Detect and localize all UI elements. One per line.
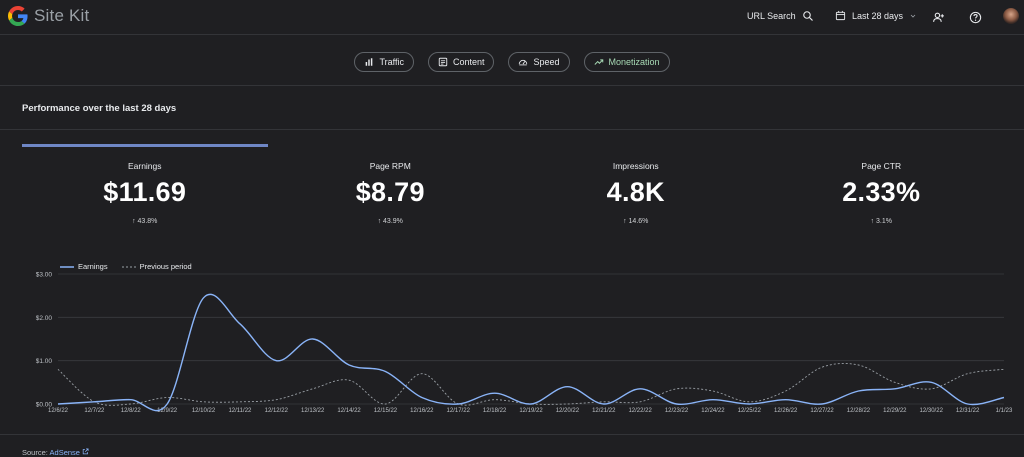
- tabs-divider: [0, 85, 1024, 86]
- x-tick-label: 12/6/22: [48, 408, 69, 414]
- metric-page-ctr[interactable]: Page CTR 2.33% ↑ 3.1%: [759, 144, 1005, 234]
- x-tick-label: 12/14/22: [337, 408, 361, 414]
- metric-change: ↑ 3.1%: [870, 218, 892, 225]
- earnings-line: [57, 293, 1005, 412]
- x-tick-label: 12/9/22: [157, 408, 178, 414]
- metric-tiles: Earnings $11.69 ↑ 43.8% Page RPM $8.79 ↑…: [22, 144, 1004, 234]
- trending-up-icon: [593, 59, 603, 65]
- x-tick-label: 12/22/22: [628, 408, 652, 414]
- metric-label: Page RPM: [369, 161, 411, 171]
- bar-chart-icon: [366, 58, 373, 66]
- chevron-down-icon: [910, 14, 916, 18]
- x-tick-label: 12/13/22: [301, 408, 325, 414]
- x-tick-label: 12/26/22: [774, 408, 798, 414]
- x-tick-label: 12/16/22: [410, 408, 434, 414]
- header-divider: [0, 34, 1024, 35]
- x-tick-label: 12/23/22: [665, 408, 689, 414]
- date-range-selector[interactable]: Last 28 days: [835, 10, 917, 21]
- chart-divider: [0, 434, 1024, 435]
- x-tick-label: 12/8/22: [121, 408, 142, 414]
- x-tick-label: 12/28/22: [847, 408, 871, 414]
- tab-speed-label: Speed: [533, 57, 560, 67]
- x-tick-label: 12/17/22: [447, 408, 471, 414]
- metric-change: ↑ 43.9%: [377, 218, 403, 225]
- tab-traffic[interactable]: Traffic: [354, 52, 414, 72]
- add-user-button[interactable]: [930, 9, 946, 25]
- help-icon: [969, 11, 981, 23]
- external-link-icon[interactable]: [82, 448, 89, 455]
- metric-value: 2.33%: [842, 177, 921, 207]
- url-search-button[interactable]: URL Search: [747, 10, 814, 22]
- dashboard-tabs: Traffic Content Speed Monetization: [0, 52, 1024, 72]
- x-tick-label: 12/10/22: [192, 408, 216, 414]
- brand-name: Site Kit: [34, 6, 90, 25]
- solid-line-icon: [60, 265, 74, 268]
- x-tick-label: 12/7/22: [84, 408, 105, 414]
- x-tick-label: 12/12/22: [265, 408, 289, 414]
- metric-label: Page CTR: [861, 161, 902, 171]
- tab-monetization[interactable]: Monetization: [583, 52, 670, 72]
- tab-content-label: Content: [452, 57, 485, 67]
- metric-value: 4.8K: [606, 177, 665, 207]
- legend-item-previous[interactable]: Previous period: [121, 262, 192, 271]
- help-button[interactable]: [967, 9, 983, 25]
- avatar[interactable]: [1003, 8, 1019, 24]
- url-search-label: URL Search: [747, 11, 796, 21]
- date-range-label: Last 28 days: [852, 10, 904, 21]
- speedometer-icon: [519, 59, 528, 66]
- metric-label: Earnings: [127, 161, 162, 171]
- previous-period-line: [57, 362, 1005, 406]
- chart-legend: Earnings Previous period: [60, 262, 192, 271]
- metric-impressions[interactable]: Impressions 4.8K ↑ 14.6%: [513, 144, 759, 234]
- metric-page-rpm[interactable]: Page RPM $8.79 ↑ 43.9%: [268, 144, 514, 234]
- x-tick-label: 12/25/22: [738, 408, 762, 414]
- x-tick-label: 12/19/22: [519, 408, 543, 414]
- site-kit-logo[interactable]: Site Kit: [8, 6, 89, 26]
- x-tick-label: 12/24/22: [701, 408, 725, 414]
- dashed-line-icon: [121, 266, 136, 267]
- x-tick-label: 12/30/22: [920, 408, 944, 414]
- document-icon: [438, 57, 448, 67]
- x-tick-label: 12/21/22: [592, 408, 616, 414]
- metric-change: ↑ 14.6%: [623, 218, 649, 225]
- x-tick-label: 12/31/22: [956, 408, 980, 414]
- selected-indicator: [22, 144, 268, 147]
- x-tick-label: 12/11/22: [228, 408, 252, 414]
- metric-earnings[interactable]: Earnings $11.69 ↑ 43.8%: [22, 144, 268, 234]
- legend-label: Previous period: [139, 262, 192, 271]
- person-add-icon: [932, 12, 944, 22]
- tab-monetization-label: Monetization: [608, 57, 660, 67]
- legend-item-current[interactable]: Earnings: [60, 262, 108, 271]
- earnings-chart: $0.00$1.00$2.00$3.0012/6/22 12/7/22 12/8/2…: [36, 272, 1013, 415]
- section-divider: [0, 129, 1024, 130]
- section-title: Performance over the last 28 days: [22, 103, 177, 114]
- metric-value: $8.79: [355, 177, 425, 207]
- metric-value: $11.69: [103, 177, 187, 207]
- x-tick-label: 12/15/22: [374, 408, 398, 414]
- x-tick-label: 12/20/22: [556, 408, 580, 414]
- tab-speed[interactable]: Speed: [508, 52, 570, 72]
- y-tick-label: $1.00: [36, 358, 53, 365]
- legend-label: Earnings: [78, 262, 108, 271]
- x-tick-label: 12/27/22: [810, 408, 834, 414]
- x-tick-label: 12/29/22: [883, 408, 907, 414]
- x-tick-label: 1/1/23: [996, 408, 1013, 414]
- top-bar: Site Kit URL Search Last 28 days: [0, 0, 1024, 34]
- y-tick-label: $3.00: [36, 272, 53, 279]
- x-tick-label: 12/18/22: [483, 408, 507, 414]
- tab-content[interactable]: Content: [427, 52, 495, 72]
- metric-change: ↑ 43.8%: [132, 218, 158, 225]
- google-g-icon: [8, 6, 28, 26]
- metric-label: Impressions: [612, 161, 659, 171]
- y-tick-label: $2.00: [36, 315, 53, 322]
- search-icon: [802, 11, 813, 21]
- tab-traffic-label: Traffic: [379, 57, 404, 67]
- calendar-icon: [835, 10, 846, 21]
